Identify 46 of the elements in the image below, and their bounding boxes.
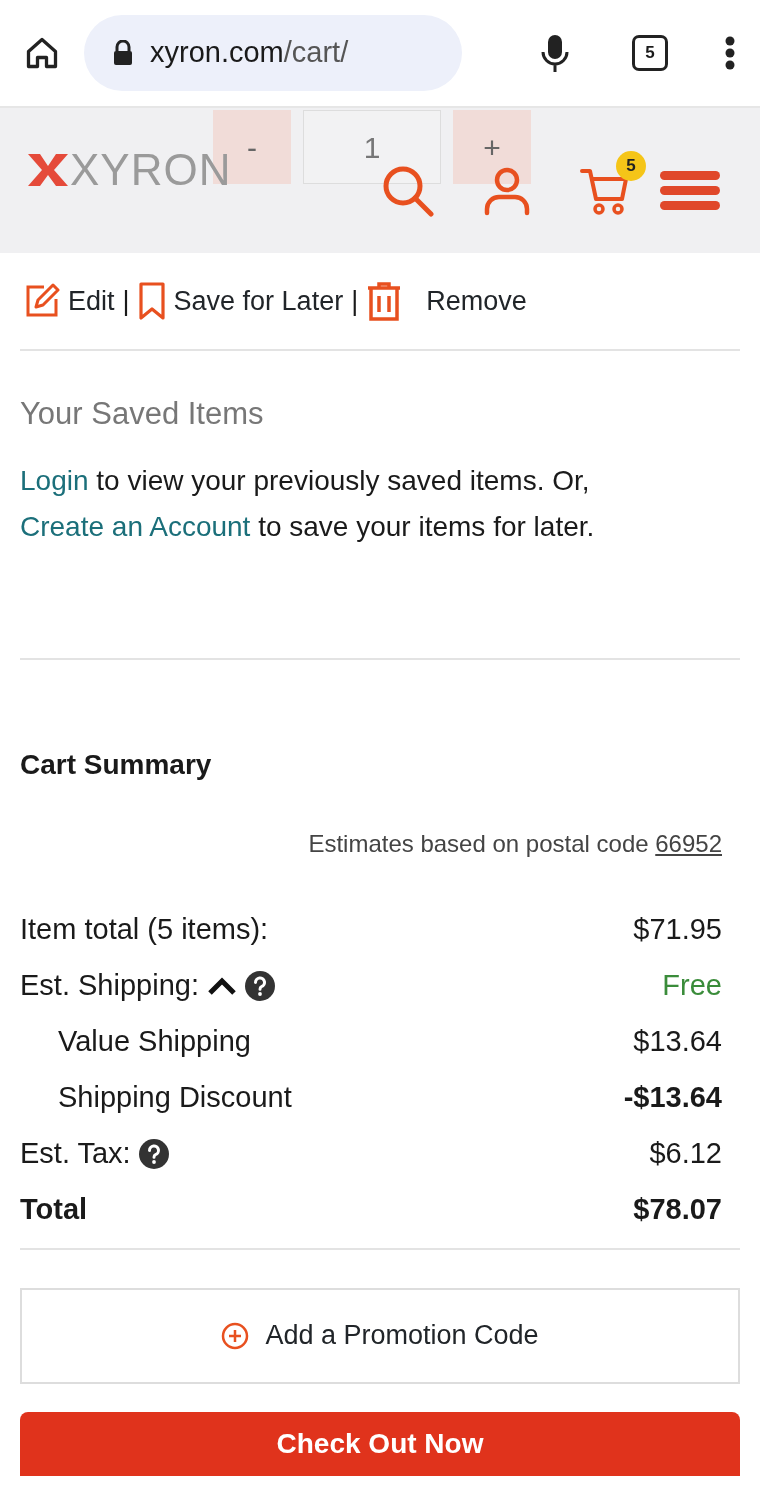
summary-value: $78.07: [633, 1191, 722, 1227]
summary-label: Est. Shipping:: [20, 967, 199, 1003]
section-title: Cart Summary: [20, 747, 213, 782]
edit-link[interactable]: Edit: [68, 280, 115, 322]
address-bar[interactable]: xyron.com/cart/: [84, 15, 462, 91]
increase-button[interactable]: +: [453, 110, 531, 184]
logo-icon[interactable]: [26, 151, 70, 188]
trash-icon[interactable]: [366, 281, 403, 321]
help-icon[interactable]: [244, 970, 275, 1001]
summary-label: Value Shipping: [58, 1023, 251, 1059]
summary-label: Total: [20, 1191, 88, 1227]
user-icon[interactable]: [484, 165, 530, 216]
postal-code-link[interactable]: 66952: [655, 829, 722, 857]
tab-count[interactable]: 5: [632, 35, 668, 71]
saved-items-message: Login to view your previously saved items. Or, Create an Account to save your items for later.: [20, 463, 596, 544]
login-link[interactable]: Login: [20, 464, 89, 496]
estimate-note: Estimates based on postal code 66952: [308, 829, 722, 857]
summary-value: Free: [662, 967, 722, 1003]
plus-circle-icon: [221, 1321, 250, 1350]
separator: |: [351, 284, 359, 318]
summary-label: Item total (5 items):: [20, 911, 269, 947]
summary-value: $13.64: [633, 1023, 722, 1059]
summary-label: Est. Tax:: [20, 1135, 131, 1171]
separator: |: [122, 284, 130, 318]
edit-icon[interactable]: [24, 283, 60, 319]
lock-icon: [112, 40, 134, 66]
microphone-icon[interactable]: [540, 33, 570, 73]
menu-icon[interactable]: [660, 169, 720, 212]
summary-value: -$13.64: [623, 1079, 722, 1115]
promotion-code-button[interactable]: Add a Promotion Code: [20, 1287, 740, 1384]
create-account-link[interactable]: Create an Account: [20, 510, 251, 542]
search-icon[interactable]: [382, 164, 434, 217]
bookmark-icon[interactable]: [137, 282, 166, 320]
remove-link[interactable]: Remove: [426, 280, 527, 322]
cart-count-badge: 5: [616, 150, 646, 181]
help-icon[interactable]: [138, 1138, 169, 1169]
section-title: Your Saved Items: [20, 395, 265, 433]
summary-value: $6.12: [649, 1135, 722, 1171]
chevron-up-icon[interactable]: [206, 975, 237, 996]
more-icon[interactable]: [724, 36, 736, 70]
checkout-button[interactable]: Check Out Now: [20, 1411, 740, 1476]
save-for-later-link[interactable]: Save for Later: [173, 280, 344, 322]
quantity-field[interactable]: 1: [303, 110, 441, 184]
home-icon[interactable]: [24, 35, 60, 71]
summary-value: $71.95: [633, 911, 722, 947]
summary-label: Shipping Discount: [58, 1079, 292, 1115]
